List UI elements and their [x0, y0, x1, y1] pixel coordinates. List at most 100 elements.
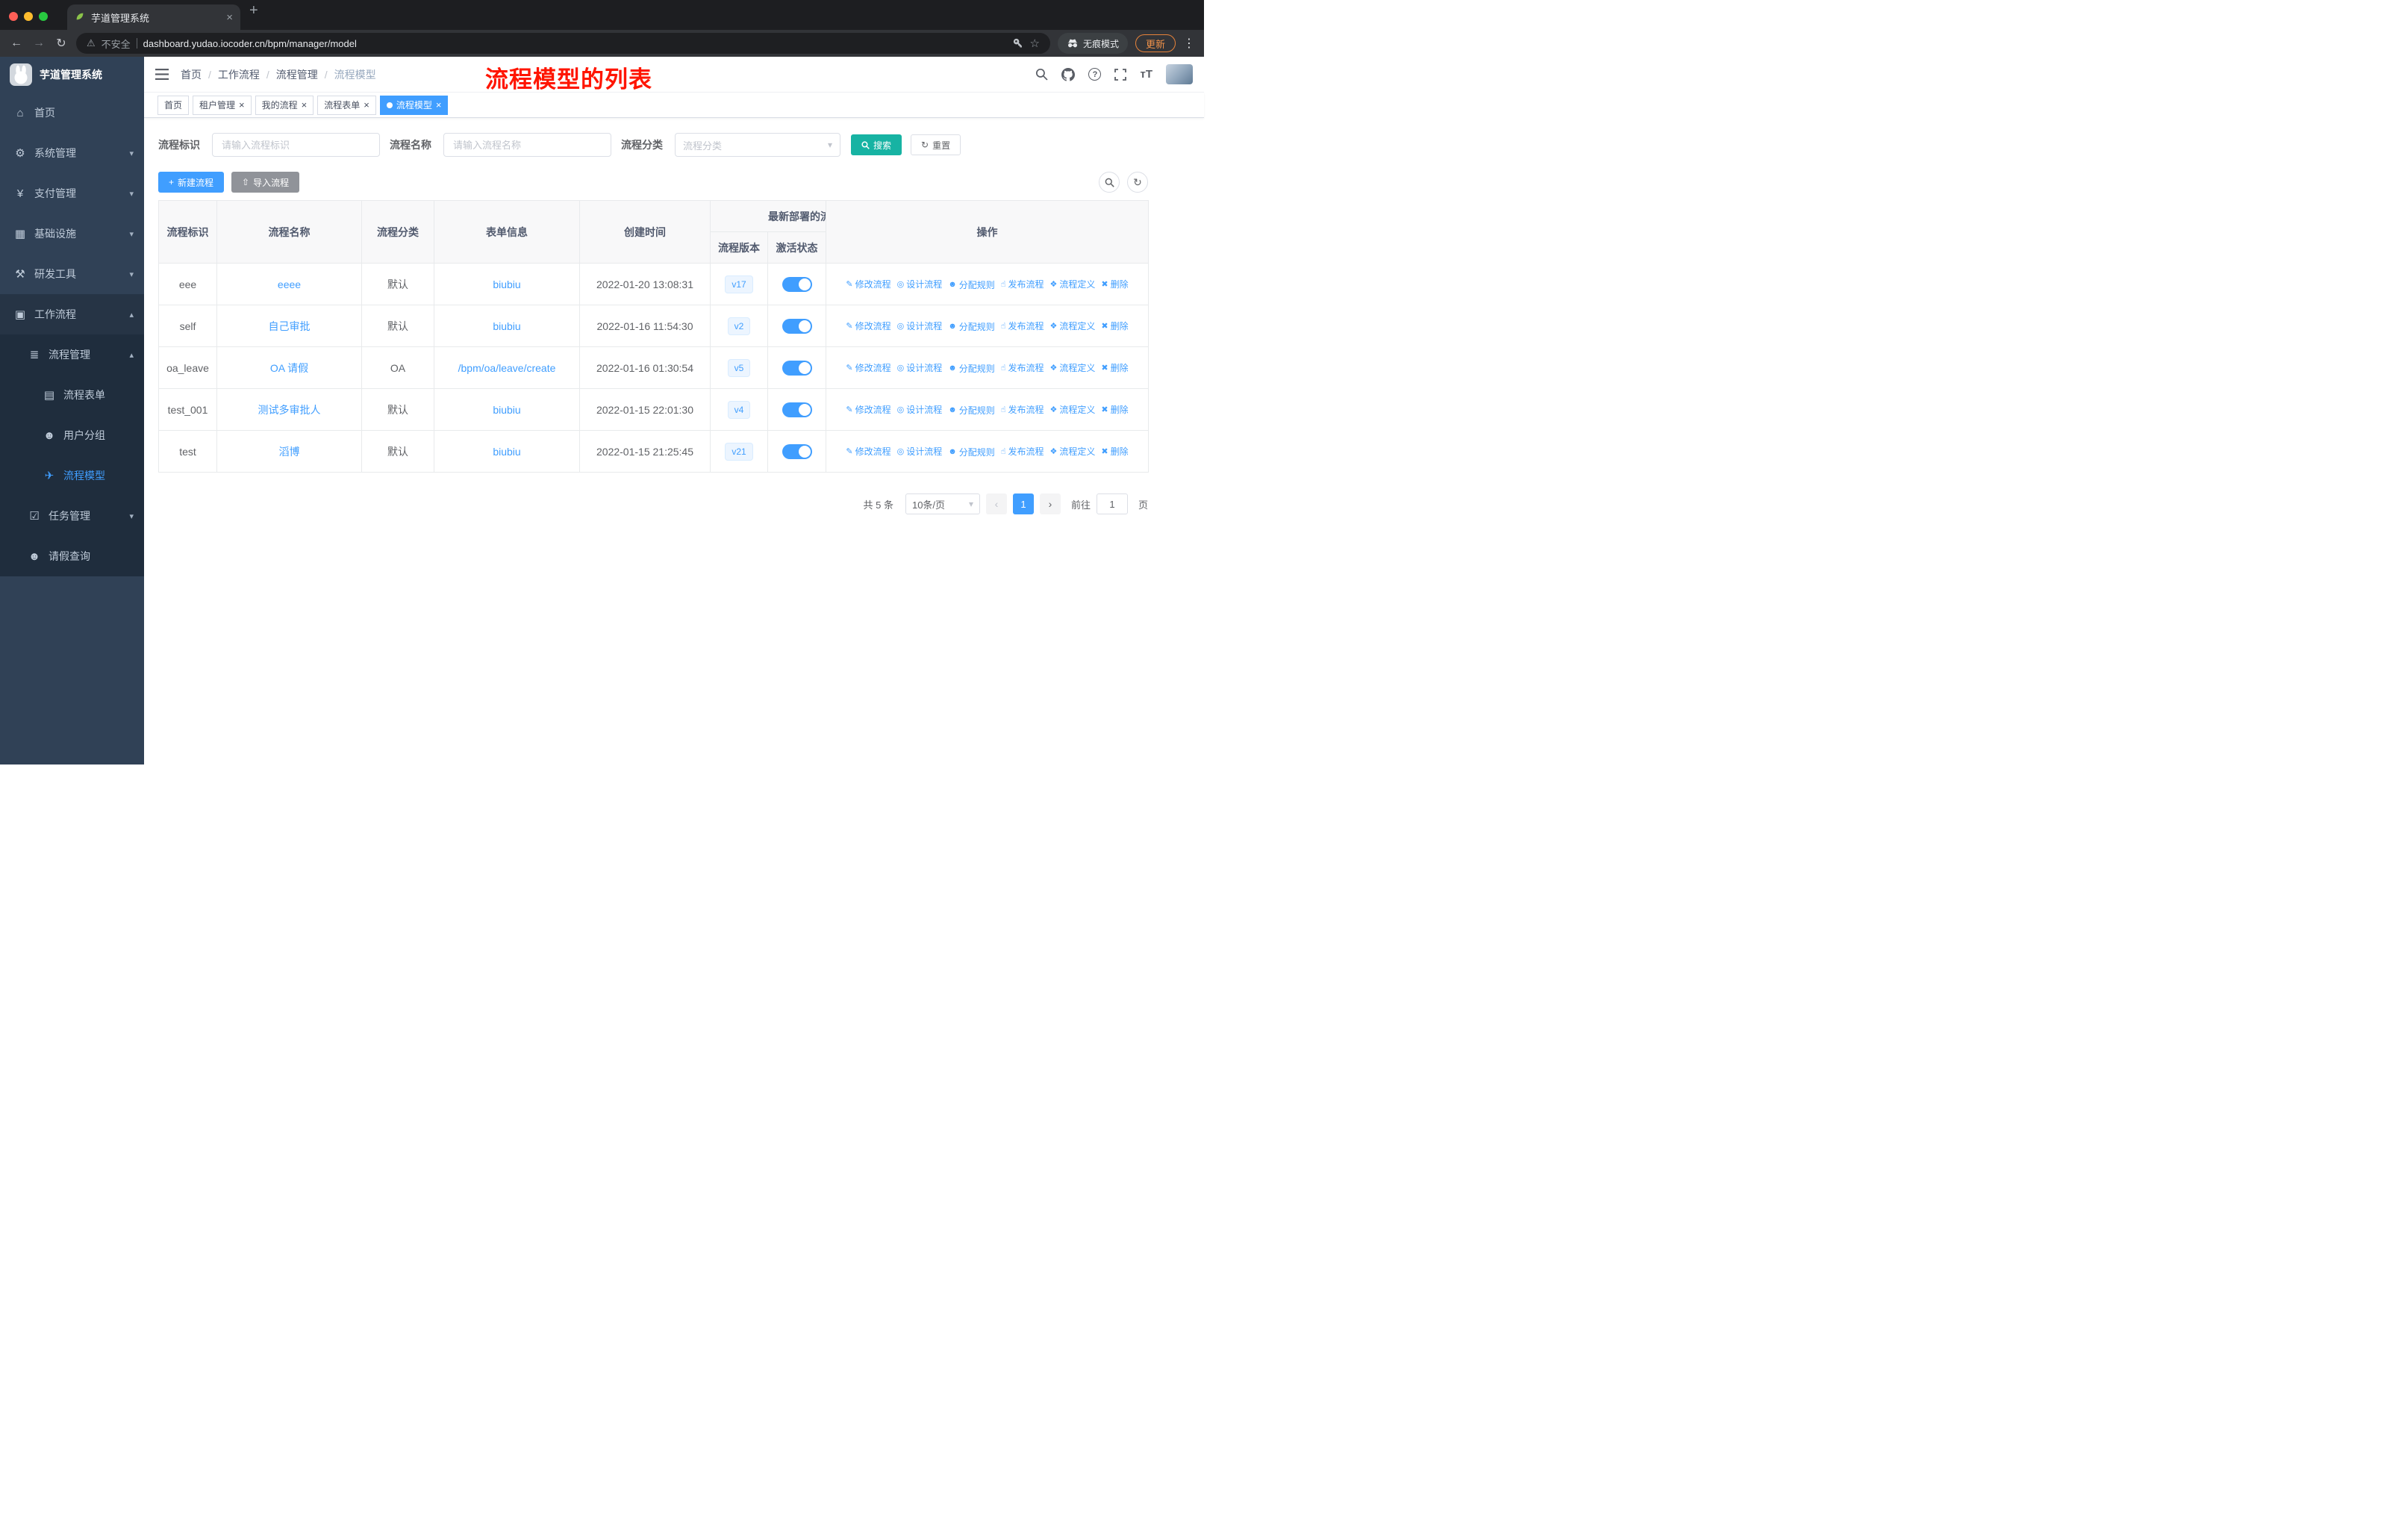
sidebar-toggle-icon[interactable] [155, 69, 169, 80]
action-publish-link[interactable]: ☝ 发布流程 [1001, 445, 1044, 458]
tag-close-icon[interactable]: × [239, 99, 245, 110]
process-name-link[interactable]: OA 请假 [270, 362, 308, 374]
action-edit-link[interactable]: ✎ 修改流程 [846, 361, 890, 374]
tag-process-form[interactable]: 流程表单 × [317, 95, 376, 115]
tag-tenant-manage[interactable]: 租户管理 × [193, 95, 252, 115]
minimize-window-button[interactable] [24, 12, 33, 21]
action-definition-link[interactable]: ❖ 流程定义 [1050, 445, 1096, 458]
active-toggle[interactable] [782, 360, 812, 376]
process-name-link[interactable]: 测试多审批人 [258, 404, 321, 416]
action-edit-link[interactable]: ✎ 修改流程 [846, 403, 890, 416]
help-icon[interactable]: ? [1088, 68, 1102, 81]
action-design-link[interactable]: ◎ 设计流程 [897, 445, 943, 458]
action-design-link[interactable]: ◎ 设计流程 [897, 403, 943, 416]
reload-button[interactable]: ↻ [54, 36, 69, 51]
action-assign-link[interactable]: ☻ 分配规则 [948, 320, 995, 333]
breadcrumb-item[interactable]: 首页 [181, 67, 202, 82]
sidebar-item-infrastructure[interactable]: ▦ 基础设施 ▾ [0, 214, 144, 254]
sidebar-item-process-model[interactable]: ✈ 流程模型 [0, 455, 144, 496]
action-delete-link[interactable]: ✖ 删除 [1101, 361, 1128, 374]
process-name-link[interactable]: eeee [278, 278, 301, 290]
goto-page-input[interactable] [1096, 493, 1128, 514]
process-key-input[interactable] [212, 133, 380, 157]
reset-button[interactable]: ↻ 重置 [911, 134, 961, 155]
active-toggle[interactable] [782, 402, 812, 417]
sidebar-item-payment[interactable]: ¥ 支付管理 ▾ [0, 173, 144, 214]
action-design-link[interactable]: ◎ 设计流程 [897, 320, 943, 332]
sidebar-item-process-manage[interactable]: ≣ 流程管理 ▴ [0, 334, 144, 375]
process-name-link[interactable]: 自己审批 [269, 320, 311, 332]
action-delete-link[interactable]: ✖ 删除 [1101, 403, 1128, 416]
next-page-button[interactable]: › [1039, 493, 1061, 514]
close-window-button[interactable] [9, 12, 18, 21]
browser-menu-icon[interactable]: ⋮ [1183, 36, 1195, 51]
update-button[interactable]: 更新 [1135, 34, 1176, 52]
password-key-icon[interactable] [1013, 38, 1024, 49]
form-info-link[interactable]: /bpm/oa/leave/create [458, 362, 556, 374]
search-icon[interactable] [1035, 68, 1049, 81]
action-delete-link[interactable]: ✖ 删除 [1101, 278, 1128, 290]
action-edit-link[interactable]: ✎ 修改流程 [846, 445, 890, 458]
action-assign-link[interactable]: ☻ 分配规则 [948, 362, 995, 375]
sidebar-item-workflow[interactable]: ▣ 工作流程 ▴ [0, 294, 144, 334]
action-publish-link[interactable]: ☝ 发布流程 [1001, 403, 1044, 416]
search-button[interactable]: 搜索 [851, 134, 902, 155]
font-size-icon[interactable]: тT [1140, 68, 1152, 81]
zoom-window-button[interactable] [39, 12, 48, 21]
action-assign-link[interactable]: ☻ 分配规则 [948, 278, 995, 291]
active-toggle[interactable] [782, 318, 812, 334]
address-bar[interactable]: ⚠ 不安全 dashboard.yudao.iocoder.cn/bpm/man… [76, 33, 1050, 54]
active-toggle[interactable] [782, 276, 812, 292]
sidebar-item-home[interactable]: ⌂ 首页 [0, 93, 144, 133]
sidebar-item-dev-tools[interactable]: ⚒ 研发工具 ▾ [0, 254, 144, 294]
bookmark-star-icon[interactable]: ☆ [1030, 37, 1040, 50]
category-select[interactable]: 流程分类 ▾ [675, 133, 840, 157]
action-edit-link[interactable]: ✎ 修改流程 [846, 320, 890, 332]
action-definition-link[interactable]: ❖ 流程定义 [1050, 278, 1096, 290]
tag-close-icon[interactable]: × [364, 99, 369, 110]
form-info-link[interactable]: biubiu [493, 446, 520, 458]
tag-close-icon[interactable]: × [436, 99, 442, 110]
action-publish-link[interactable]: ☝ 发布流程 [1001, 361, 1044, 374]
form-info-link[interactable]: biubiu [493, 404, 520, 416]
import-process-button[interactable]: ⇧ 导入流程 [231, 172, 300, 193]
browser-tab[interactable]: 芋道管理系统 × [67, 4, 240, 30]
tab-close-icon[interactable]: × [226, 11, 233, 24]
sidebar-item-process-form[interactable]: ▤ 流程表单 [0, 375, 144, 415]
toggle-search-icon[interactable] [1099, 172, 1120, 193]
page-number-button[interactable]: 1 [1012, 493, 1034, 514]
back-button[interactable]: ← [9, 37, 24, 50]
sidebar-item-system[interactable]: ⚙ 系统管理 ▾ [0, 133, 144, 173]
action-edit-link[interactable]: ✎ 修改流程 [846, 278, 890, 290]
action-assign-link[interactable]: ☻ 分配规则 [948, 446, 995, 458]
tag-close-icon[interactable]: × [302, 99, 308, 110]
action-delete-link[interactable]: ✖ 删除 [1101, 320, 1128, 332]
sidebar-item-task-manage[interactable]: ☑ 任务管理 ▾ [0, 496, 144, 536]
action-publish-link[interactable]: ☝ 发布流程 [1001, 278, 1044, 290]
action-assign-link[interactable]: ☻ 分配规则 [948, 404, 995, 417]
tag-process-model[interactable]: 流程模型 × [379, 95, 449, 115]
breadcrumb-item[interactable]: 流程管理 [276, 67, 318, 82]
form-info-link[interactable]: biubiu [493, 278, 520, 290]
breadcrumb-item[interactable]: 工作流程 [218, 67, 260, 82]
sidebar-item-leave-query[interactable]: ☻ 请假查询 [0, 536, 144, 576]
action-design-link[interactable]: ◎ 设计流程 [897, 361, 943, 374]
tag-home[interactable]: 首页 [157, 95, 190, 115]
action-publish-link[interactable]: ☝ 发布流程 [1001, 320, 1044, 332]
process-name-link[interactable]: 滔博 [279, 446, 300, 458]
action-definition-link[interactable]: ❖ 流程定义 [1050, 320, 1096, 332]
action-definition-link[interactable]: ❖ 流程定义 [1050, 403, 1096, 416]
refresh-table-icon[interactable]: ↻ [1127, 172, 1148, 193]
forward-button[interactable]: → [31, 37, 46, 50]
active-toggle[interactable] [782, 443, 812, 459]
github-icon[interactable] [1061, 67, 1076, 81]
sidebar-item-user-group[interactable]: ☻ 用户分组 [0, 415, 144, 455]
tag-my-process[interactable]: 我的流程 × [255, 95, 314, 115]
page-size-select[interactable]: 10条/页 ▾ [905, 493, 980, 514]
fullscreen-icon[interactable] [1114, 68, 1127, 81]
app-logo[interactable]: 芋道管理系统 [0, 57, 144, 93]
action-design-link[interactable]: ◎ 设计流程 [897, 278, 943, 290]
action-definition-link[interactable]: ❖ 流程定义 [1050, 361, 1096, 374]
prev-page-button[interactable]: ‹ [985, 493, 1007, 514]
process-name-input[interactable] [443, 133, 611, 157]
